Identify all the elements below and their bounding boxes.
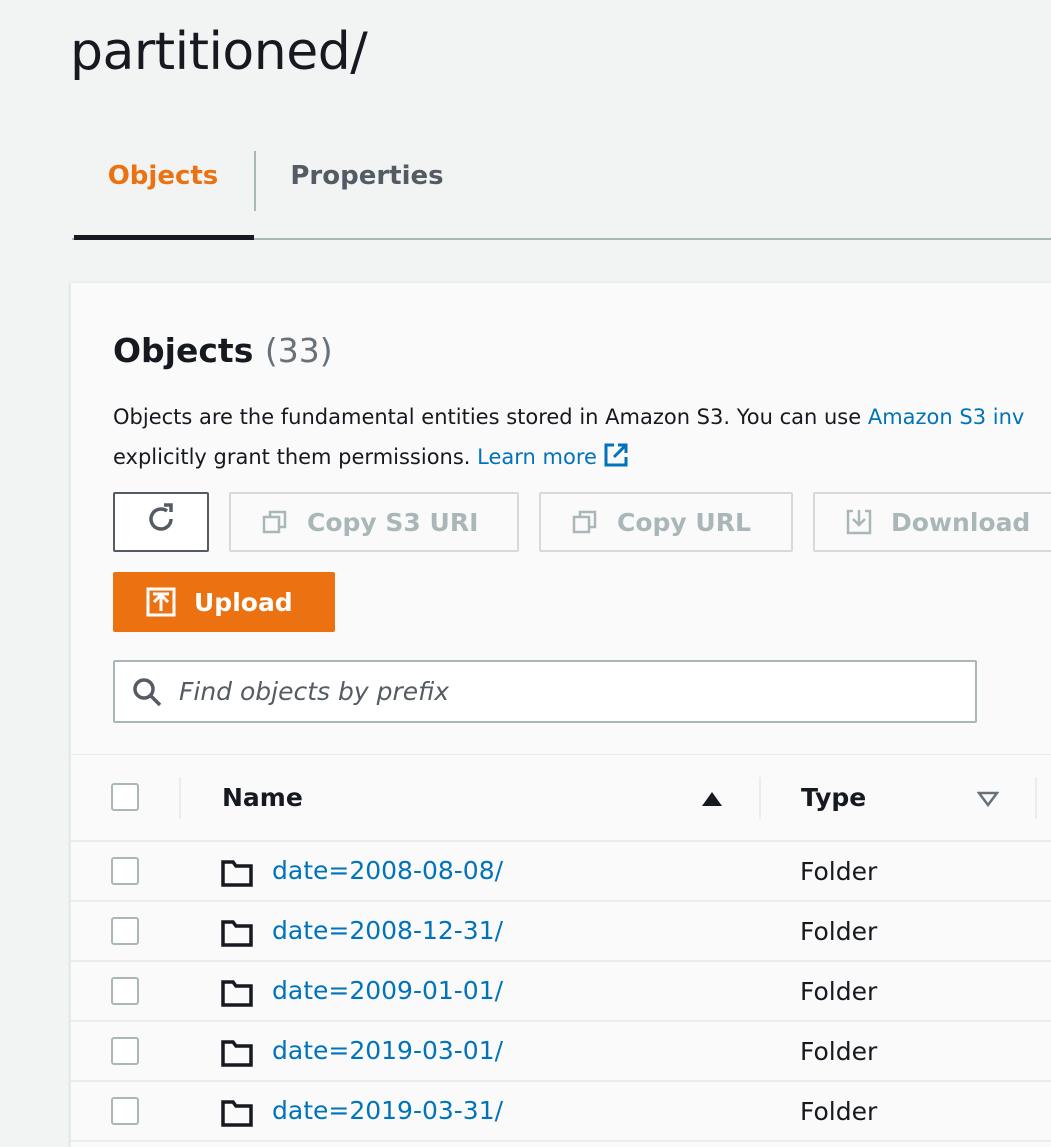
objects-panel: Objects (33) Objects are the fundamental… — [70, 282, 1051, 1147]
folder-icon — [221, 859, 253, 892]
description-text-1: Objects are the fundamental entities sto… — [113, 405, 868, 429]
page-title: partitioned/ — [70, 22, 368, 82]
column-separator — [1035, 777, 1037, 819]
folder-icon — [221, 1039, 253, 1072]
search-input[interactable] — [179, 677, 939, 706]
copy-url-label: Copy URL — [617, 507, 751, 537]
object-name-link[interactable]: date=2019-03-01/ — [272, 1036, 503, 1065]
copy-s3-uri-label: Copy S3 URI — [307, 507, 479, 537]
object-type: Folder — [800, 977, 878, 1006]
column-separator — [759, 777, 761, 819]
external-link-icon[interactable] — [603, 441, 629, 481]
download-icon — [845, 508, 873, 536]
object-name-link[interactable]: date=2008-08-08/ — [272, 856, 503, 885]
sort-descending-icon[interactable] — [976, 791, 1000, 812]
search-box — [113, 660, 977, 723]
inventory-link[interactable]: Amazon S3 inv — [868, 405, 1025, 429]
objects-description: Objects are the fundamental entities sto… — [113, 397, 1051, 481]
row-checkbox[interactable] — [111, 977, 139, 1005]
upload-label: Upload — [194, 587, 293, 617]
refresh-icon — [144, 502, 178, 542]
copy-s3-uri-button[interactable]: Copy S3 URI — [229, 492, 519, 552]
column-header-name[interactable]: Name — [222, 783, 303, 812]
object-type: Folder — [800, 1037, 878, 1066]
folder-icon — [221, 979, 253, 1012]
tab-objects[interactable]: Objects — [72, 132, 254, 220]
object-name-link[interactable]: date=2009-01-01/ — [272, 976, 503, 1005]
copy-icon — [571, 508, 599, 536]
table-row: date=2019-03-31/Folder — [71, 1082, 1051, 1142]
column-header-type[interactable]: Type — [801, 783, 866, 812]
description-text-2: explicitly grant them permissions. — [113, 445, 478, 469]
row-checkbox[interactable] — [111, 1037, 139, 1065]
tab-properties[interactable]: Properties — [256, 132, 478, 220]
search-icon — [131, 676, 163, 708]
table-header: Name Type — [71, 755, 1051, 842]
row-checkbox[interactable] — [111, 1097, 139, 1125]
column-separator — [179, 777, 181, 819]
refresh-button[interactable] — [113, 492, 209, 552]
folder-icon — [221, 919, 253, 952]
objects-count: (33) — [264, 331, 333, 370]
table-row: date=2008-12-31/Folder — [71, 902, 1051, 962]
row-checkbox[interactable] — [111, 917, 139, 945]
copy-icon — [261, 508, 289, 536]
sort-ascending-icon[interactable] — [701, 791, 723, 812]
folder-icon — [221, 1099, 253, 1132]
tab-bar: Objects Properties — [72, 150, 1051, 240]
object-type: Folder — [800, 1097, 878, 1126]
download-label: Download — [891, 507, 1031, 537]
objects-heading-label: Objects — [113, 331, 254, 370]
learn-more-link[interactable]: Learn more — [477, 445, 597, 469]
table-row: date=2009-01-01/Folder — [71, 962, 1051, 1022]
download-button[interactable]: Download — [813, 492, 1051, 552]
object-name-link[interactable]: date=2008-12-31/ — [272, 916, 503, 945]
table-row: date=2008-08-08/Folder — [71, 842, 1051, 902]
row-checkbox[interactable] — [111, 857, 139, 885]
active-tab-indicator — [74, 235, 254, 240]
object-type: Folder — [800, 917, 878, 946]
object-name-link[interactable]: date=2019-03-31/ — [272, 1096, 503, 1125]
upload-button[interactable]: Upload — [113, 572, 335, 632]
copy-url-button[interactable]: Copy URL — [539, 492, 793, 552]
object-type: Folder — [800, 857, 878, 886]
objects-heading: Objects (33) — [113, 331, 333, 370]
select-all-checkbox[interactable] — [111, 783, 139, 811]
table-row: date=2019-03-01/Folder — [71, 1022, 1051, 1082]
upload-icon — [146, 587, 176, 617]
